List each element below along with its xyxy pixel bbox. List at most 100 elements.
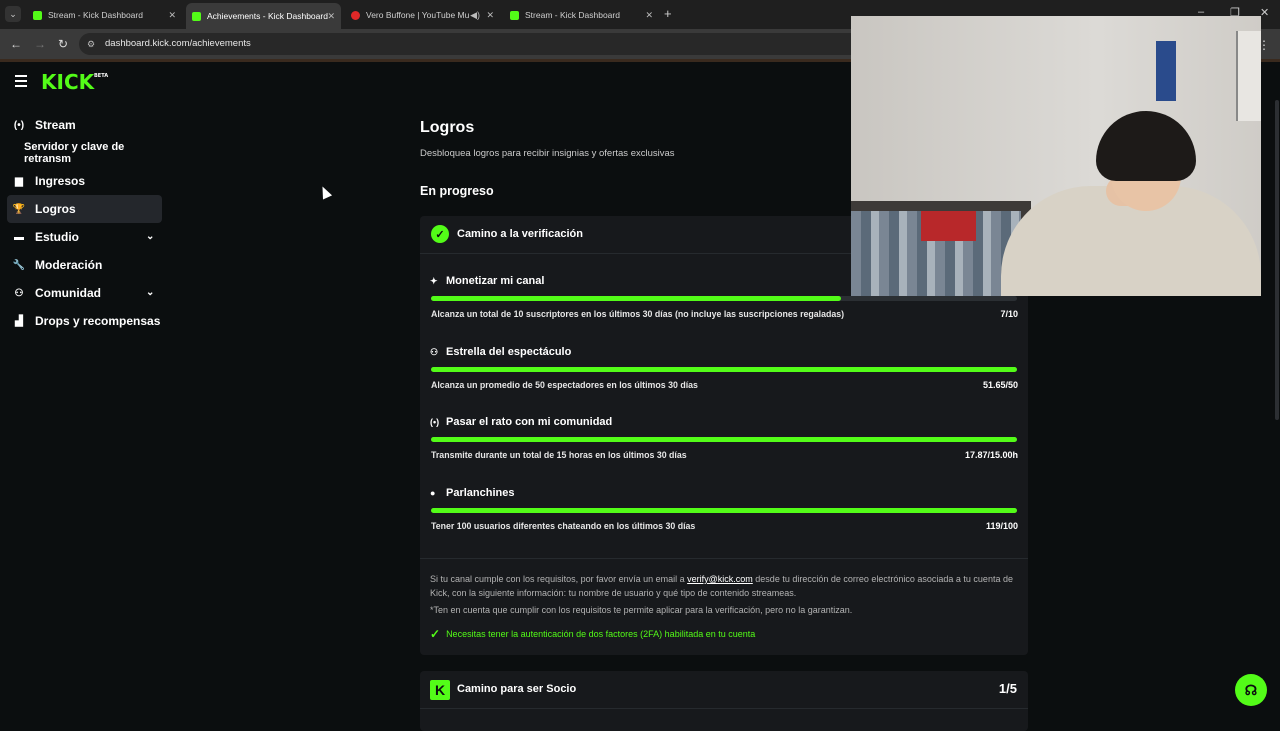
sidebar-item-stream[interactable]: (•) Stream <box>0 111 170 139</box>
kick-favicon-icon <box>192 11 201 21</box>
webcam-overlay <box>851 16 1261 296</box>
hamburger-menu-icon[interactable] <box>15 75 27 90</box>
tab-label: Stream - Kick Dashboard <box>525 10 620 20</box>
scrollbar[interactable] <box>1275 100 1279 420</box>
kick-favicon-icon <box>33 10 42 20</box>
progress-track <box>431 437 1017 442</box>
tab-label: Stream - Kick Dashboard <box>48 10 143 20</box>
users-icon: ⚇ <box>430 346 439 357</box>
sidebar-item-label: Stream <box>35 118 76 132</box>
verification-note: *Ten en cuenta que cumplir con los requi… <box>430 605 853 615</box>
trophy-icon: 🏆 <box>12 203 26 215</box>
section-heading: En progreso <box>420 184 494 198</box>
goal-name: Pasar el rato con mi comunidad <box>446 416 613 428</box>
progress-track <box>431 296 1017 301</box>
chevron-down-icon[interactable]: ⌄ <box>146 231 154 242</box>
sidebar-item-estudio[interactable]: ▬ Estudio ⌄ <box>0 223 170 251</box>
sidebar-item-label: Logros <box>35 202 76 216</box>
sidebar-item-label: Ingresos <box>35 174 86 188</box>
close-icon[interactable]: ✕ <box>486 10 494 21</box>
tab-achievements[interactable]: Achievements - Kick Dashboard ✕ <box>186 3 341 29</box>
forward-icon[interactable]: → <box>34 37 46 51</box>
progress-track <box>431 367 1017 372</box>
reload-icon[interactable]: ↻ <box>58 37 68 51</box>
verification-info: Si tu canal cumple con los requisitos, p… <box>430 572 1020 600</box>
goal-name: Estrella del espectáculo <box>446 346 572 358</box>
sidebar-item-ingresos[interactable]: ▆ Ingresos <box>0 167 170 195</box>
kick-logo[interactable]: KICK BETA <box>41 70 108 94</box>
tab-youtube-music[interactable]: Vero Buffone | YouTube Mu ◀) ✕ <box>345 3 500 27</box>
goal-value: 51.65/50 <box>982 380 1018 390</box>
close-icon[interactable]: ✕ <box>645 10 653 21</box>
verified-badge-icon: ✓ <box>431 225 449 243</box>
sidebar-item-moderacion[interactable]: 🔧 Moderación <box>0 251 170 279</box>
logo-text: KICK <box>41 70 95 94</box>
window-close-icon[interactable]: ✕ <box>1260 6 1269 19</box>
beta-badge: BETA <box>94 73 109 79</box>
sidebar-item-label: Comunidad <box>35 286 101 300</box>
progress-fill <box>431 296 842 301</box>
sidebar-item-logros[interactable]: 🏆 Logros <box>7 195 162 223</box>
progress-fill <box>431 367 1017 372</box>
page-subtitle: Desbloquea logros para recibir insignias… <box>420 148 675 159</box>
community-icon: ⚇ <box>14 287 24 299</box>
url-text: dashboard.kick.com/achievements <box>105 38 251 49</box>
goal-name: Parlanchines <box>446 487 515 499</box>
studio-icon: ▬ <box>14 231 24 243</box>
kick-favicon-icon <box>510 10 519 20</box>
divider <box>420 708 1028 709</box>
goal-description: Tener 100 usuarios diferentes chateando … <box>431 521 696 531</box>
goal-chatters: ● Parlanchines Tener 100 usuarios diferen… <box>430 487 1018 531</box>
broadcast-icon: (•) <box>13 119 25 131</box>
close-icon[interactable]: ✕ <box>168 10 176 21</box>
goal-value: 17.87/15.00h <box>964 450 1018 460</box>
card-title: Camino para ser Socio <box>457 683 577 695</box>
sparkle-icon: ✦ <box>430 275 438 286</box>
back-icon[interactable]: ← <box>10 37 22 51</box>
sidebar-item-label: Drops y recompensas <box>35 314 161 328</box>
sidebar-item-comunidad[interactable]: ⚇ Comunidad ⌄ <box>0 279 170 307</box>
dollar-icon: ▆ <box>15 175 23 187</box>
chat-bubble-icon: ● <box>430 488 436 498</box>
page-title: Logros <box>420 119 475 136</box>
sidebar-item-label: Estudio <box>35 230 79 244</box>
sidebar-item-server-key[interactable]: Servidor y clave de retransm <box>0 139 170 167</box>
new-tab-icon[interactable]: + <box>664 6 672 21</box>
sidebar-item-drops[interactable]: ▟ Drops y recompensas <box>0 307 170 335</box>
goal-value: 7/10 <box>1000 309 1018 319</box>
goal-star: ⚇ Estrella del espectáculo Alcanza un pro… <box>430 346 1018 390</box>
tab-search-icon[interactable]: ⌄ <box>5 6 21 22</box>
tab-stream-1[interactable]: Stream - Kick Dashboard ✕ <box>27 3 182 27</box>
broadcast-icon: (•) <box>430 417 440 427</box>
partner-progress-count: 1/5 <box>998 681 1017 696</box>
tab-label: Achievements - Kick Dashboard <box>207 11 328 21</box>
kick-k-icon: K <box>430 680 450 700</box>
youtube-music-favicon-icon <box>351 10 360 20</box>
tab-stream-2[interactable]: Stream - Kick Dashboard ✕ <box>504 3 659 27</box>
progress-track <box>431 508 1017 513</box>
sidebar-item-label: Servidor y clave de retransm <box>24 141 125 165</box>
speaker-icon[interactable]: ◀) <box>470 10 480 21</box>
goal-value: 119/100 <box>985 521 1018 531</box>
support-chat-icon[interactable]: ☊ <box>1235 674 1267 706</box>
card-title: Camino a la verificación <box>457 228 583 240</box>
tfa-requirement: ✓ Necesitas tener la autenticación de do… <box>430 627 755 641</box>
wrench-icon: 🔧 <box>12 259 26 271</box>
goal-description: Alcanza un promedio de 50 espectadores e… <box>431 380 698 390</box>
check-icon: ✓ <box>430 627 441 641</box>
verify-email-link[interactable]: verify@kick.com <box>687 574 753 584</box>
chevron-down-icon[interactable]: ⌄ <box>146 287 154 298</box>
gift-icon: ▟ <box>15 315 23 327</box>
site-info-icon[interactable]: ⚙ <box>87 39 95 50</box>
goal-description: Transmite durante un total de 15 horas e… <box>431 450 687 460</box>
progress-fill <box>431 437 1017 442</box>
goal-hangout: (•) Pasar el rato con mi comunidad Transm… <box>430 416 1018 460</box>
sidebar: (•) Stream Servidor y clave de retransm … <box>0 111 170 335</box>
goal-description: Alcanza un total de 10 suscriptores en l… <box>431 309 845 319</box>
goal-name: Monetizar mi canal <box>446 275 545 287</box>
sidebar-item-label: Moderación <box>35 258 103 272</box>
partner-card[interactable]: K Camino para ser Socio 1/5 <box>420 671 1028 731</box>
tfa-text: Necesitas tener la autenticación de dos … <box>446 629 756 639</box>
close-icon[interactable]: ✕ <box>327 11 335 22</box>
progress-fill <box>431 508 1017 513</box>
